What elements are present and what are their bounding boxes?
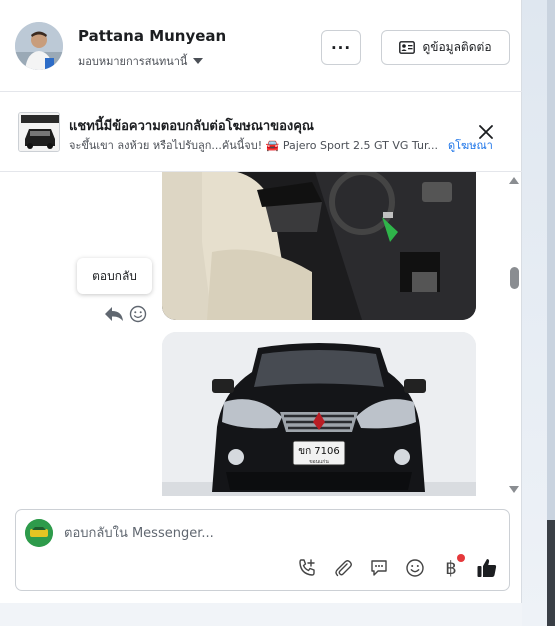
call-add-icon[interactable] (296, 557, 318, 579)
assign-label: มอบหมายการสนทนานี้ (78, 55, 188, 68)
scroll-up-arrow[interactable] (509, 177, 519, 184)
car-interior-photo[interactable] (162, 172, 476, 320)
message-composer: ฿ (15, 509, 510, 591)
conversation-header: Pattana Munyean มอบหมายการสนทนานี้ ··· ด… (0, 0, 522, 92)
view-contact-button[interactable]: ดูข้อมูลติดต่อ (381, 30, 510, 65)
car-front-photo[interactable]: ขก 7106 ขอนแก่น (162, 332, 476, 496)
scroll-down-arrow[interactable] (509, 486, 519, 493)
notification-dot (457, 554, 465, 562)
license-plate-province: ขอนแก่น (309, 459, 329, 465)
conversation-panel: Pattana Munyean มอบหมายการสนทนานี้ ··· ด… (0, 0, 522, 603)
license-plate-text: ขก 7106 (298, 446, 340, 457)
ad-reply-banner: แชทนี้มีข้อความตอบกลับต่อโฆษณาของคุณ จะข… (0, 92, 522, 172)
view-contact-label: ดูข้อมูลติดต่อ (422, 40, 492, 54)
ad-banner-subtitle: จะขึ้นเขา ลงห้วย หรือไปรับลูก...คันนี้จบ… (69, 139, 438, 152)
more-options-button[interactable]: ··· (321, 30, 361, 65)
saved-reply-icon[interactable] (368, 557, 390, 579)
background-right (522, 0, 555, 626)
reply-input[interactable] (64, 522, 484, 544)
ad-thumbnail[interactable] (18, 112, 60, 152)
close-icon[interactable] (477, 123, 495, 141)
contact-card-icon (399, 41, 416, 54)
page-avatar (25, 519, 53, 547)
background-bottom (0, 603, 522, 626)
contact-name: Pattana Munyean (78, 27, 227, 45)
attachment-icon[interactable] (332, 557, 354, 579)
scrollbar-thumb[interactable] (510, 267, 519, 289)
emoji-icon[interactable] (404, 557, 426, 579)
like-icon[interactable] (476, 557, 498, 579)
emoji-react-icon[interactable] (129, 305, 147, 323)
window-edge-dark (547, 520, 555, 626)
avatar[interactable] (15, 22, 63, 70)
message-list[interactable]: ตอบกลับ ขก 7106 ขอนแก่น (0, 172, 522, 496)
reply-icon[interactable] (104, 305, 124, 323)
caret-down-icon (193, 58, 204, 64)
reply-tooltip: ตอบกลับ (77, 258, 152, 294)
assign-conversation-dropdown[interactable]: มอบหมายการสนทนานี้ (78, 52, 204, 70)
ad-banner-title: แชทนี้มีข้อความตอบกลับต่อโฆษณาของคุณ (69, 119, 314, 134)
